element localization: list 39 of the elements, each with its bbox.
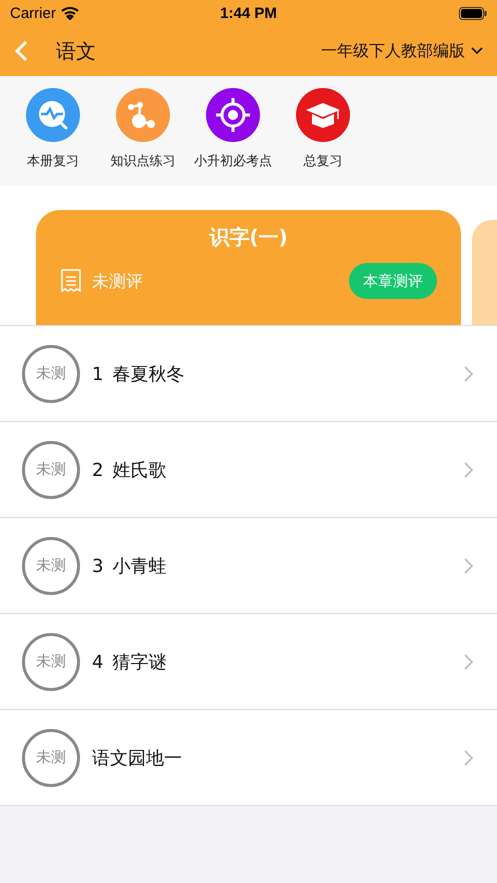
- edition-selector[interactable]: 一年级下人教部编版: [321, 40, 483, 62]
- graduation-icon: [296, 88, 350, 142]
- test-status: 未测评: [92, 270, 143, 292]
- shortcut-button[interactable]: 知识点练习: [98, 88, 188, 186]
- lesson-title: 3 小青蛙: [92, 554, 166, 578]
- status-badge: 未测: [22, 632, 80, 690]
- lesson-title: 4 猜字谜: [92, 650, 166, 674]
- chevron-icon: [464, 750, 473, 766]
- shortcut-button[interactable]: 小升初必考点: [188, 88, 278, 186]
- lesson-title: 2 姓氏歌: [92, 458, 166, 482]
- chevron-icon: [464, 366, 473, 382]
- clock-time: 1:44 PM: [220, 4, 277, 22]
- review-icon: [26, 88, 80, 142]
- chevron-icon: [464, 654, 473, 670]
- caret-icon: [471, 47, 483, 55]
- lesson-title: 语文园地一: [92, 746, 182, 770]
- status-badge: 未测: [22, 728, 80, 786]
- wifi-icon: [60, 6, 79, 20]
- practice-icon: [116, 88, 170, 142]
- status-badge: 未测: [22, 344, 80, 402]
- lesson-row[interactable]: 未测 1 春夏秋冬: [0, 325, 497, 421]
- battery-icon: [459, 6, 487, 20]
- chevron-icon: [464, 558, 473, 574]
- chapter-title: 识字(一): [208, 224, 289, 251]
- back-icon[interactable]: [14, 40, 28, 62]
- chevron-icon: [464, 462, 473, 478]
- target-icon: [206, 88, 260, 142]
- status-badge: 未测: [22, 440, 80, 498]
- lesson-row[interactable]: 未测 2 姓氏歌: [0, 421, 497, 517]
- lesson-row[interactable]: 未测 4 猜字谜: [0, 613, 497, 709]
- lesson-title: 1 春夏秋冬: [92, 362, 184, 386]
- page-title: 语文: [56, 38, 96, 64]
- shortcut-button[interactable]: 本册复习: [8, 88, 98, 186]
- receipt-icon: [60, 268, 82, 294]
- shortcut-button[interactable]: 总复习: [278, 88, 368, 186]
- status-badge: 未测: [22, 536, 80, 594]
- carrier-name: Carrier: [10, 4, 56, 22]
- lesson-row[interactable]: 未测 3 小青蛙: [0, 517, 497, 613]
- lesson-row[interactable]: 未测 语文园地一: [0, 709, 497, 806]
